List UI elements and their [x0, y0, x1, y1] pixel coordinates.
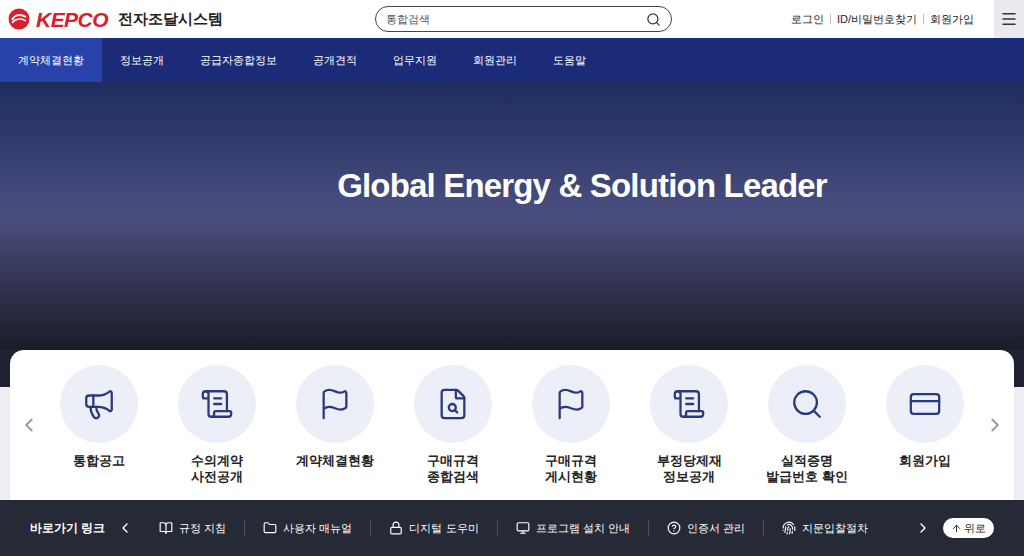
shortcut-label: 실적증명발급번호 확인 — [766, 453, 848, 485]
shortcut-label: 회원가입 — [899, 453, 951, 469]
document-icon — [672, 387, 706, 421]
nav-item[interactable]: 공개견적 — [295, 38, 375, 82]
shortcut-label: 계약체결현황 — [296, 453, 374, 469]
quick-link[interactable]: 규정 지침 — [141, 520, 244, 537]
document-icon — [200, 387, 234, 421]
shortcut-item[interactable]: 통합공고 — [47, 365, 151, 469]
quick-link[interactable]: 디지털 도우미 — [370, 520, 496, 537]
top-button[interactable]: 위로 — [943, 518, 994, 539]
nav-item[interactable]: 업무지원 — [375, 38, 455, 82]
header-links: 로그인 ID/비밀번호찾기 회원가입 — [672, 0, 1024, 38]
header-link[interactable]: ID/비밀번호찾기 — [837, 11, 917, 28]
shortcut-circle — [296, 365, 374, 443]
quick-prev-icon[interactable] — [117, 520, 133, 536]
quick-link[interactable]: 프로그램 설치 안내 — [497, 520, 648, 537]
logo-text: KEPCO — [36, 9, 108, 30]
search-icon[interactable] — [646, 12, 661, 27]
search-box[interactable]: 통합검색 — [375, 6, 672, 32]
shortcut-label: 구매규격종합검색 — [427, 453, 479, 485]
prev-arrow-icon[interactable] — [18, 414, 40, 436]
shortcut-section: 통합공고 수의계약사전공개 계약체결현황 구매규격종합검색 구매규격게시현황 부정당제재정… — [0, 350, 1024, 500]
shortcut-item[interactable]: 회원가입 — [873, 365, 977, 469]
header-link[interactable]: 로그인 — [791, 11, 824, 28]
nav-item[interactable]: 회원관리 — [455, 38, 535, 82]
shortcut-circle — [414, 365, 492, 443]
link-divider — [923, 14, 924, 24]
quick-link[interactable]: 지문입찰절차 — [763, 520, 886, 537]
shortcut-label: 부정당제재정보공개 — [657, 453, 722, 485]
main-nav: 계약체결현황정보공개공급자종합정보공개견적업무지원회원관리도움말 — [0, 38, 1024, 82]
search-input[interactable]: 통합검색 — [386, 11, 646, 28]
hero-banner: Global Energy & Solution Leader — [0, 82, 1024, 350]
quick-link[interactable]: 사용자 매뉴얼 — [244, 520, 370, 537]
quick-links-bar: 바로가기 링크 규정 지침사용자 매뉴얼디지털 도우미프로그램 설치 안내인증서 … — [0, 500, 1024, 556]
flag-icon — [554, 387, 588, 421]
shortcut-item[interactable]: 수의계약사전공개 — [165, 365, 269, 485]
next-arrow-icon[interactable] — [984, 414, 1006, 436]
nav-item[interactable]: 도움말 — [535, 38, 604, 82]
shortcut-circle — [768, 365, 846, 443]
shortcut-item[interactable]: 실적증명발급번호 확인 — [755, 365, 859, 485]
shortcut-label: 구매규격게시현황 — [545, 453, 597, 485]
nav-item[interactable]: 계약체결현황 — [0, 38, 102, 82]
quick-link[interactable]: 인증서 관리 — [648, 520, 763, 537]
shortcut-circle — [650, 365, 728, 443]
shortcut-item[interactable]: 계약체결현황 — [283, 365, 387, 469]
book-icon — [159, 521, 173, 535]
site-title: 전자조달시스템 — [118, 8, 223, 31]
logo[interactable]: KEPCO 전자조달시스템 — [0, 8, 375, 31]
shortcut-item[interactable]: 구매규격종합검색 — [401, 365, 505, 485]
shortcut-panel: 통합공고 수의계약사전공개 계약체결현황 구매규격종합검색 구매규격게시현황 부정당제재정… — [10, 350, 1014, 500]
header-link[interactable]: 회원가입 — [930, 11, 974, 28]
folder-icon — [263, 521, 277, 535]
file-search-icon — [436, 387, 470, 421]
lock-icon — [389, 521, 403, 535]
search-icon — [790, 387, 824, 421]
nav-item[interactable]: 정보공개 — [102, 38, 182, 82]
fingerprint-icon — [782, 521, 796, 535]
nav-item[interactable]: 공급자종합정보 — [182, 38, 295, 82]
menu-icon — [1000, 10, 1018, 28]
shortcut-circle — [60, 365, 138, 443]
arrow-up-icon — [951, 523, 962, 534]
help-icon — [667, 521, 681, 535]
megaphone-icon — [82, 387, 116, 421]
kepco-logo-icon — [8, 8, 30, 30]
shortcut-circle — [886, 365, 964, 443]
quick-next-icon[interactable] — [915, 520, 931, 536]
shortcut-circle — [178, 365, 256, 443]
shortcut-label: 통합공고 — [73, 453, 125, 469]
id-card-icon — [908, 387, 942, 421]
menu-button[interactable] — [994, 0, 1024, 38]
shortcut-item[interactable]: 부정당제재정보공개 — [637, 365, 741, 485]
shortcut-circle — [532, 365, 610, 443]
shortcut-item[interactable]: 구매규격게시현황 — [519, 365, 623, 485]
hero-headline: Global Energy & Solution Leader — [337, 161, 827, 211]
link-divider — [830, 14, 831, 24]
shortcut-label: 수의계약사전공개 — [191, 453, 243, 485]
monitor-icon — [516, 521, 530, 535]
quick-links-title: 바로가기 링크 — [30, 519, 105, 537]
header: KEPCO 전자조달시스템 통합검색 로그인 ID/비밀번호찾기 회원가입 — [0, 0, 1024, 38]
flag-icon — [318, 387, 352, 421]
page: KEPCO전자조달시스템통합검색로그인ID/비밀번호찾기회원가입계약체결현황정보… — [0, 0, 1024, 556]
